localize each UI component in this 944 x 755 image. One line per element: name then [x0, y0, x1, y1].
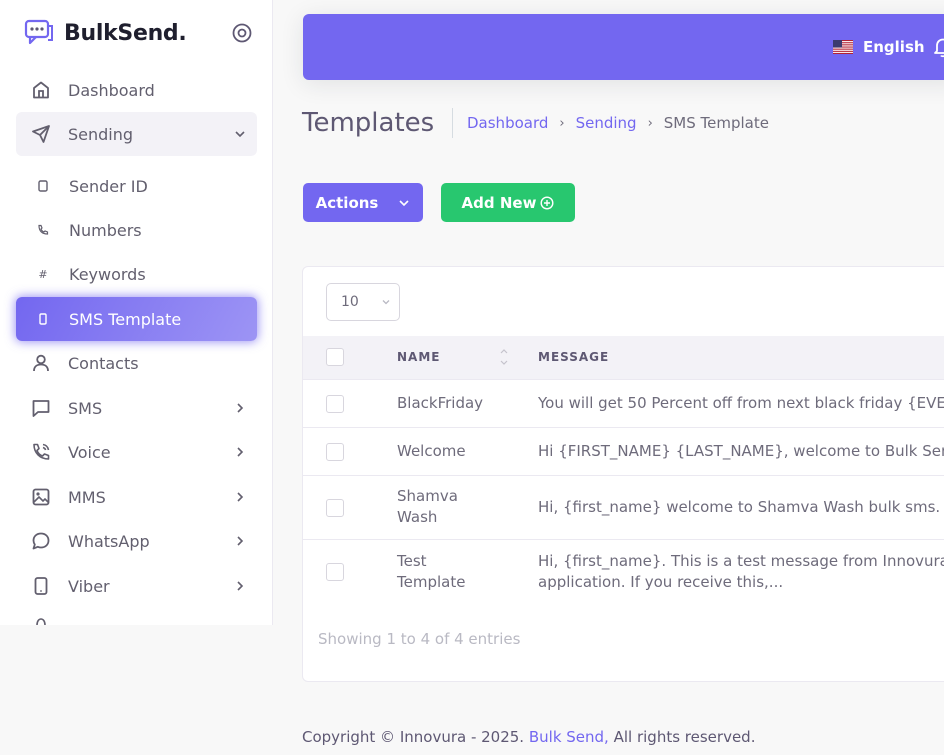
brand[interactable]: BulkSend. — [24, 18, 187, 48]
sidebar-item-sms-template[interactable]: SMS Template — [16, 297, 257, 341]
send-icon — [30, 123, 52, 145]
breadcrumb-separator-icon: › — [647, 115, 653, 131]
sidebar-item-label: Viber — [68, 576, 110, 596]
sidebar-item-label: Numbers — [69, 220, 142, 240]
template-name: Shamva Wash — [397, 487, 458, 526]
language-label: English — [863, 38, 925, 56]
phone-icon — [36, 223, 50, 237]
image-icon — [30, 486, 52, 508]
sidebar-item-dashboard[interactable]: Dashboard — [16, 68, 257, 112]
message-square-icon — [30, 397, 52, 419]
sidebar-item-voice[interactable]: Voice — [16, 430, 257, 474]
chat-logo-icon — [24, 19, 53, 45]
breadcrumb-separator-icon: › — [559, 115, 565, 131]
actions-label: Actions — [315, 193, 379, 212]
phone-call-icon — [30, 441, 52, 463]
chevron-right-icon — [237, 492, 244, 502]
column-header-name[interactable]: NAME — [397, 350, 440, 364]
footer: Copyright © Innovura - 2025. Bulk Send, … — [302, 728, 755, 746]
language-selector[interactable]: English — [833, 38, 925, 56]
chevron-right-icon — [237, 403, 244, 413]
table-row: BlackFriday You will get 50 Percent off … — [303, 380, 944, 428]
template-name: BlackFriday — [397, 394, 484, 412]
sidebar-item-numbers[interactable]: Numbers — [16, 208, 257, 252]
page-title: Templates — [302, 108, 435, 138]
template-message: You will get 50 Percent off from next bl… — [538, 394, 944, 412]
footer-copyright: Copyright © Innovura - 2025. — [302, 728, 525, 746]
sidebar-item-sms[interactable]: SMS — [16, 386, 257, 430]
sidebar-item-label: Dashboard — [68, 80, 155, 100]
sidebar-item-label: Sender ID — [69, 176, 148, 196]
brand-name: BulkSend. — [64, 20, 187, 46]
row-checkbox[interactable] — [326, 499, 344, 517]
footer-rights: All rights reserved. — [613, 728, 756, 746]
message-circle-icon — [30, 530, 52, 552]
sidebar-item-label: SMS Template — [69, 309, 182, 329]
sidebar-item-mms[interactable]: MMS — [16, 475, 257, 519]
mobile-icon — [36, 312, 50, 326]
template-message: Hi, {first_name} welcome to Shamva Wash … — [538, 498, 941, 516]
sidebar-item-label: MMS — [68, 487, 106, 507]
chevron-right-icon — [237, 447, 244, 457]
sidebar-item-label: SMS — [68, 398, 103, 418]
sidebar: BulkSend. Dashboard Sending Sender ID Nu… — [0, 0, 273, 625]
row-checkbox[interactable] — [326, 563, 344, 581]
breadcrumb-dashboard[interactable]: Dashboard — [467, 114, 548, 132]
page-length-value: 10 — [341, 294, 359, 310]
sidebar-item-sender-id[interactable]: Sender ID — [16, 164, 257, 208]
sidebar-item-viber[interactable]: Viber — [16, 564, 257, 608]
template-message: Hi {FIRST_NAME} {LAST_NAME}, welcome to … — [538, 442, 944, 460]
row-checkbox[interactable] — [326, 443, 344, 461]
table-row: Test Template Hi, {first_name}. This is … — [303, 540, 944, 604]
sidebar-item-keywords[interactable]: # Keywords — [16, 252, 257, 296]
sidebar-item-label: Keywords — [69, 264, 146, 284]
user-icon — [30, 352, 52, 374]
sidebar-item-whatsapp[interactable]: WhatsApp — [16, 519, 257, 563]
templates-card: 10 NAME MESSAGE BlackFriday You will get… — [302, 266, 944, 682]
chevron-down-icon — [399, 199, 409, 206]
plus-circle-icon — [540, 195, 554, 210]
sidebar-item-contacts[interactable]: Contacts — [16, 341, 257, 385]
sidebar-item-label: WhatsApp — [68, 531, 150, 551]
template-name: Welcome — [397, 442, 466, 460]
partial-menu-icon — [36, 618, 46, 625]
actions-dropdown-button[interactable]: Actions — [303, 183, 423, 222]
row-checkbox[interactable] — [326, 395, 344, 413]
table-row: Welcome Hi {FIRST_NAME} {LAST_NAME}, wel… — [303, 428, 944, 476]
chevron-right-icon — [237, 536, 244, 546]
select-all-checkbox[interactable] — [326, 348, 344, 366]
chevron-right-icon — [237, 581, 244, 591]
bell-icon[interactable] — [933, 36, 944, 58]
top-navbar: English — [303, 14, 944, 80]
sidebar-item-label: Voice — [68, 442, 111, 462]
chevron-down-icon — [382, 300, 390, 305]
smartphone-icon — [30, 575, 52, 597]
page-length-select[interactable]: 10 — [326, 283, 400, 321]
add-new-label: Add New — [461, 193, 537, 212]
add-new-button[interactable]: Add New — [441, 183, 575, 222]
chevron-down-icon — [235, 131, 245, 138]
breadcrumb: Dashboard › Sending › SMS Template — [467, 114, 769, 132]
footer-link[interactable]: Bulk Send, — [529, 728, 609, 746]
table-row: Shamva Wash Hi, {first_name} welcome to … — [303, 476, 944, 540]
sidebar-item-sending[interactable]: Sending — [16, 112, 257, 156]
home-icon — [30, 79, 52, 101]
breadcrumb-sending[interactable]: Sending — [576, 114, 637, 132]
template-message: Hi, {first_name}. This is a test message… — [538, 552, 944, 591]
table-header: NAME MESSAGE — [303, 336, 944, 380]
column-header-message: MESSAGE — [538, 350, 610, 364]
sidebar-item-label: Contacts — [68, 353, 139, 373]
table-info: Showing 1 to 4 of 4 entries — [318, 630, 521, 648]
sidebar-toggle-icon[interactable] — [231, 22, 253, 44]
sidebar-item-label: Sending — [68, 124, 134, 144]
sort-icon[interactable] — [499, 346, 509, 368]
template-name: Test Template — [397, 552, 466, 591]
breadcrumb-current: SMS Template — [663, 114, 769, 132]
tablet-icon — [36, 179, 50, 193]
hash-icon: # — [38, 267, 48, 281]
us-flag-icon — [833, 40, 853, 54]
header-divider — [452, 108, 453, 138]
